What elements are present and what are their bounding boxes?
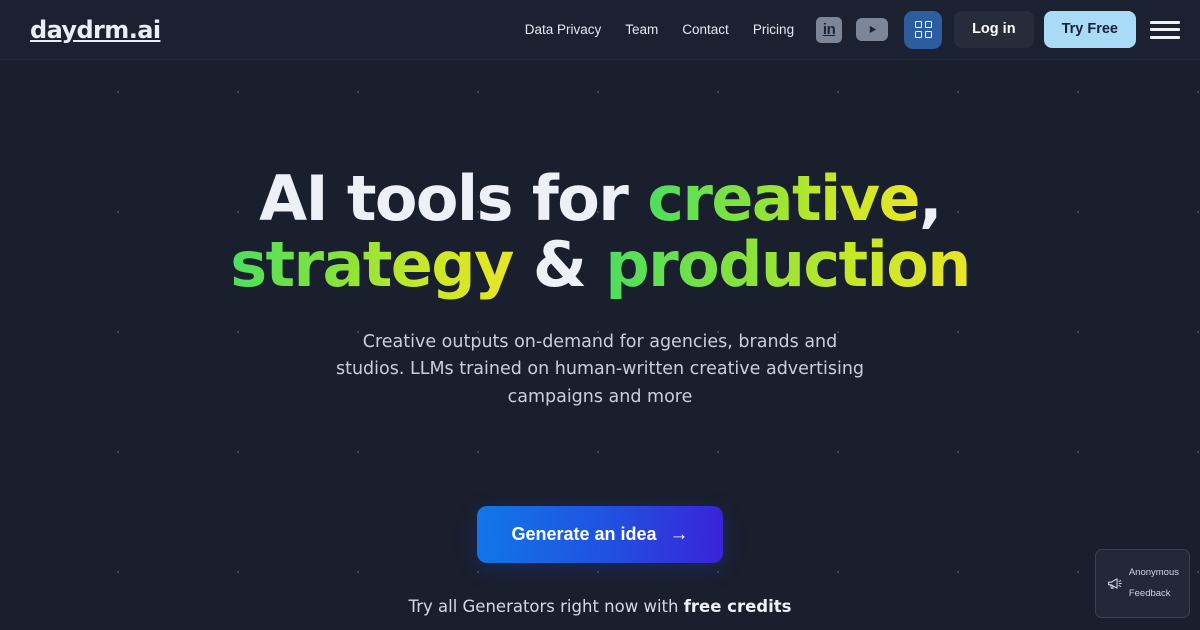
page-root: daydrm.ai Data Privacy Team Contact Pric… [0,0,1200,630]
headline-accent-strategy: strategy [230,228,514,302]
social-links: in [816,16,889,43]
hero-subtitle: Creative outputs on-demand for agencies,… [335,331,865,407]
page-title: AI tools for creative, strategy & product… [220,165,980,302]
try-free-button[interactable]: Try Free [1043,11,1136,48]
headline-part-1: AI tools for [259,162,648,235]
headline-accent-production: production [605,228,971,302]
free-credits-note: Try all Generators right now with free c… [0,597,1200,616]
nav-link-contact[interactable]: Contact [682,23,729,37]
grid-cell [914,31,922,38]
hamburger-bar [1150,20,1180,24]
megaphone-icon [1107,578,1122,589]
linkedin-icon[interactable]: in [816,16,843,43]
grid-apps-icon[interactable] [904,10,943,49]
arrow-right-icon: → [669,523,689,545]
nav-link-data-privacy[interactable]: Data Privacy [525,23,602,37]
login-button[interactable]: Log in [954,11,1034,48]
headline-accent-creative: creative [647,162,920,235]
site-header: daydrm.ai Data Privacy Team Contact Pric… [0,0,1200,60]
feedback-label-line2: Feedback [1128,587,1171,599]
feedback-label-line1: Anonymous [1128,566,1179,578]
hamburger-bar [1150,28,1180,31]
headline-comma: , [918,162,943,235]
free-credits-prefix: Try all Generators right now with [408,596,684,616]
hamburger-menu-icon[interactable] [1150,18,1180,42]
cta-label: Generate an idea [511,524,657,545]
feedback-label: Anonymous Feedback [1129,557,1179,610]
brand-logo[interactable]: daydrm.ai [30,18,161,42]
headline-ampersand: & [512,228,606,302]
youtube-icon[interactable] [856,18,889,41]
grid-cell [914,21,922,28]
anonymous-feedback-widget[interactable]: Anonymous Feedback [1094,548,1190,618]
grid-cell [924,21,932,28]
hamburger-bar [1150,35,1180,39]
grid-apps-glyph [914,21,932,38]
primary-nav: Data Privacy Team Contact Pricing [525,23,794,37]
nav-link-team[interactable]: Team [625,23,658,37]
nav-link-pricing[interactable]: Pricing [753,23,794,37]
grid-cell [924,31,932,38]
generate-an-idea-button[interactable]: Generate an idea → [477,505,723,563]
free-credits-highlight: free credits [683,596,792,616]
cta-container: Generate an idea → [0,505,1200,563]
hero-section: AI tools for creative, strategy & product… [0,60,1200,616]
linkedin-icon-label: in [822,21,836,38]
